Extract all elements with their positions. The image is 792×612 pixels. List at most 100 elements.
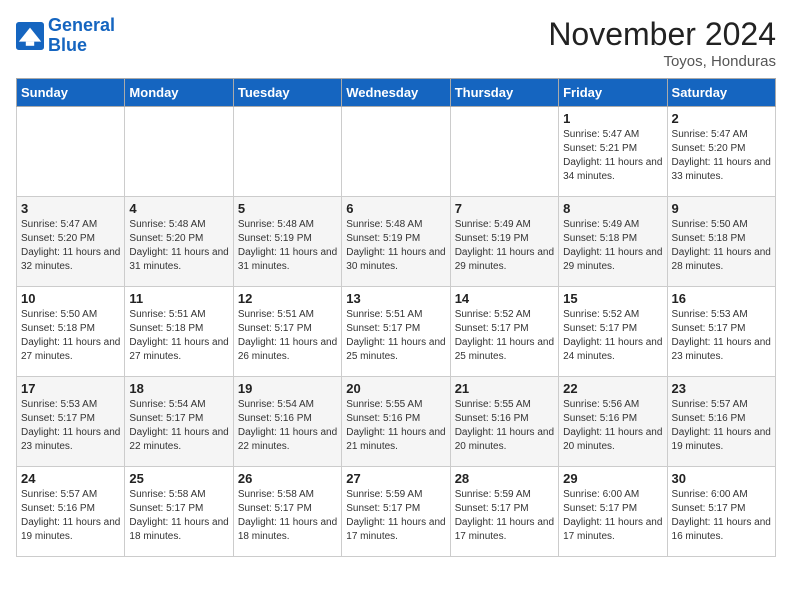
calendar-cell	[450, 107, 558, 197]
calendar-cell: 15 Sunrise: 5:52 AM Sunset: 5:17 PM Dayli…	[559, 287, 667, 377]
day-info: Sunrise: 5:57 AM Sunset: 5:16 PM Dayligh…	[672, 398, 771, 454]
calendar-table: SundayMondayTuesdayWednesdayThursdayFrid…	[16, 78, 776, 557]
day-number: 2	[672, 111, 771, 126]
day-number: 26	[238, 471, 337, 486]
day-info: Sunrise: 5:58 AM Sunset: 5:17 PM Dayligh…	[129, 488, 228, 544]
calendar-cell: 10 Sunrise: 5:50 AM Sunset: 5:18 PM Dayli…	[17, 287, 125, 377]
col-header-saturday: Saturday	[667, 79, 775, 107]
calendar-cell: 22 Sunrise: 5:56 AM Sunset: 5:16 PM Dayli…	[559, 377, 667, 467]
day-number: 25	[129, 471, 228, 486]
day-number: 15	[563, 291, 662, 306]
day-info: Sunrise: 5:48 AM Sunset: 5:19 PM Dayligh…	[238, 218, 337, 274]
day-info: Sunrise: 5:49 AM Sunset: 5:19 PM Dayligh…	[455, 218, 554, 274]
calendar-cell: 27 Sunrise: 5:59 AM Sunset: 5:17 PM Dayli…	[342, 467, 450, 557]
day-number: 4	[129, 201, 228, 216]
logo-icon	[16, 22, 44, 50]
day-info: Sunrise: 5:59 AM Sunset: 5:17 PM Dayligh…	[346, 488, 445, 544]
day-number: 18	[129, 381, 228, 396]
header-row: SundayMondayTuesdayWednesdayThursdayFrid…	[17, 79, 776, 107]
day-number: 3	[21, 201, 120, 216]
logo-line2: Blue	[48, 35, 87, 55]
day-info: Sunrise: 6:00 AM Sunset: 5:17 PM Dayligh…	[672, 488, 771, 544]
calendar-cell: 19 Sunrise: 5:54 AM Sunset: 5:16 PM Dayli…	[233, 377, 341, 467]
col-header-thursday: Thursday	[450, 79, 558, 107]
col-header-monday: Monday	[125, 79, 233, 107]
calendar-cell: 12Sunrise: 5:51 AM Sunset: 5:17 PM Dayli…	[233, 287, 341, 377]
day-number: 12	[238, 291, 337, 306]
calendar-cell: 17 Sunrise: 5:53 AM Sunset: 5:17 PM Dayli…	[17, 377, 125, 467]
day-number: 22	[563, 381, 662, 396]
calendar-cell: 4 Sunrise: 5:48 AM Sunset: 5:20 PM Daylig…	[125, 197, 233, 287]
calendar-header: SundayMondayTuesdayWednesdayThursdayFrid…	[17, 79, 776, 107]
day-number: 7	[455, 201, 554, 216]
page-header: General Blue November 2024 Toyos, Hondur…	[16, 16, 776, 70]
week-row-3: 17 Sunrise: 5:53 AM Sunset: 5:17 PM Dayli…	[17, 377, 776, 467]
day-info: Sunrise: 5:53 AM Sunset: 5:17 PM Dayligh…	[21, 398, 120, 454]
calendar-cell	[17, 107, 125, 197]
calendar-cell: 24 Sunrise: 5:57 AM Sunset: 5:16 PM Dayli…	[17, 467, 125, 557]
day-number: 19	[238, 381, 337, 396]
title-block: November 2024 Toyos, Honduras	[548, 16, 776, 70]
day-info: Sunrise: 5:48 AM Sunset: 5:19 PM Dayligh…	[346, 218, 445, 274]
calendar-cell: 11Sunrise: 5:51 AM Sunset: 5:18 PM Dayli…	[125, 287, 233, 377]
calendar-cell: 16Sunrise: 5:53 AM Sunset: 5:17 PM Dayli…	[667, 287, 775, 377]
calendar-cell	[125, 107, 233, 197]
week-row-0: 1 Sunrise: 5:47 AM Sunset: 5:21 PM Daylig…	[17, 107, 776, 197]
week-row-2: 10 Sunrise: 5:50 AM Sunset: 5:18 PM Dayli…	[17, 287, 776, 377]
day-info: Sunrise: 5:52 AM Sunset: 5:17 PM Dayligh…	[563, 308, 662, 364]
calendar-cell: 21Sunrise: 5:55 AM Sunset: 5:16 PM Dayli…	[450, 377, 558, 467]
day-number: 17	[21, 381, 120, 396]
col-header-sunday: Sunday	[17, 79, 125, 107]
day-info: Sunrise: 5:47 AM Sunset: 5:21 PM Dayligh…	[563, 128, 662, 184]
calendar-cell: 14Sunrise: 5:52 AM Sunset: 5:17 PM Dayli…	[450, 287, 558, 377]
day-number: 28	[455, 471, 554, 486]
col-header-tuesday: Tuesday	[233, 79, 341, 107]
calendar-cell: 25 Sunrise: 5:58 AM Sunset: 5:17 PM Dayli…	[125, 467, 233, 557]
calendar-cell: 28 Sunrise: 5:59 AM Sunset: 5:17 PM Dayli…	[450, 467, 558, 557]
day-number: 30	[672, 471, 771, 486]
calendar-cell: 23 Sunrise: 5:57 AM Sunset: 5:16 PM Dayli…	[667, 377, 775, 467]
day-number: 1	[563, 111, 662, 126]
day-number: 8	[563, 201, 662, 216]
calendar-cell: 3 Sunrise: 5:47 AM Sunset: 5:20 PM Daylig…	[17, 197, 125, 287]
calendar-cell: 13Sunrise: 5:51 AM Sunset: 5:17 PM Dayli…	[342, 287, 450, 377]
day-info: Sunrise: 5:48 AM Sunset: 5:20 PM Dayligh…	[129, 218, 228, 274]
calendar-cell: 8Sunrise: 5:49 AM Sunset: 5:18 PM Daylig…	[559, 197, 667, 287]
calendar-cell: 5Sunrise: 5:48 AM Sunset: 5:19 PM Daylig…	[233, 197, 341, 287]
col-header-wednesday: Wednesday	[342, 79, 450, 107]
week-row-4: 24 Sunrise: 5:57 AM Sunset: 5:16 PM Dayli…	[17, 467, 776, 557]
calendar-cell: 7 Sunrise: 5:49 AM Sunset: 5:19 PM Daylig…	[450, 197, 558, 287]
logo: General Blue	[16, 16, 115, 56]
calendar-cell: 18 Sunrise: 5:54 AM Sunset: 5:17 PM Dayli…	[125, 377, 233, 467]
month-title: November 2024	[548, 16, 776, 53]
day-number: 10	[21, 291, 120, 306]
calendar-cell: 20 Sunrise: 5:55 AM Sunset: 5:16 PM Dayli…	[342, 377, 450, 467]
calendar-cell: 2Sunrise: 5:47 AM Sunset: 5:20 PM Daylig…	[667, 107, 775, 197]
day-number: 24	[21, 471, 120, 486]
day-info: Sunrise: 5:59 AM Sunset: 5:17 PM Dayligh…	[455, 488, 554, 544]
logo-line1: General	[48, 15, 115, 35]
day-info: Sunrise: 5:54 AM Sunset: 5:17 PM Dayligh…	[129, 398, 228, 454]
calendar-body: 1 Sunrise: 5:47 AM Sunset: 5:21 PM Daylig…	[17, 107, 776, 557]
calendar-cell: 29Sunrise: 6:00 AM Sunset: 5:17 PM Dayli…	[559, 467, 667, 557]
day-info: Sunrise: 5:50 AM Sunset: 5:18 PM Dayligh…	[21, 308, 120, 364]
day-info: Sunrise: 5:54 AM Sunset: 5:16 PM Dayligh…	[238, 398, 337, 454]
col-header-friday: Friday	[559, 79, 667, 107]
calendar-cell: 6Sunrise: 5:48 AM Sunset: 5:19 PM Daylig…	[342, 197, 450, 287]
day-number: 23	[672, 381, 771, 396]
day-info: Sunrise: 5:47 AM Sunset: 5:20 PM Dayligh…	[21, 218, 120, 274]
location: Toyos, Honduras	[548, 53, 776, 70]
logo-text: General Blue	[48, 16, 115, 56]
calendar-cell: 26Sunrise: 5:58 AM Sunset: 5:17 PM Dayli…	[233, 467, 341, 557]
day-number: 27	[346, 471, 445, 486]
calendar-cell	[342, 107, 450, 197]
day-info: Sunrise: 5:52 AM Sunset: 5:17 PM Dayligh…	[455, 308, 554, 364]
day-info: Sunrise: 5:51 AM Sunset: 5:18 PM Dayligh…	[129, 308, 228, 364]
day-number: 16	[672, 291, 771, 306]
day-info: Sunrise: 5:56 AM Sunset: 5:16 PM Dayligh…	[563, 398, 662, 454]
day-number: 20	[346, 381, 445, 396]
day-info: Sunrise: 5:55 AM Sunset: 5:16 PM Dayligh…	[455, 398, 554, 454]
day-info: Sunrise: 5:55 AM Sunset: 5:16 PM Dayligh…	[346, 398, 445, 454]
day-info: Sunrise: 5:57 AM Sunset: 5:16 PM Dayligh…	[21, 488, 120, 544]
day-number: 13	[346, 291, 445, 306]
